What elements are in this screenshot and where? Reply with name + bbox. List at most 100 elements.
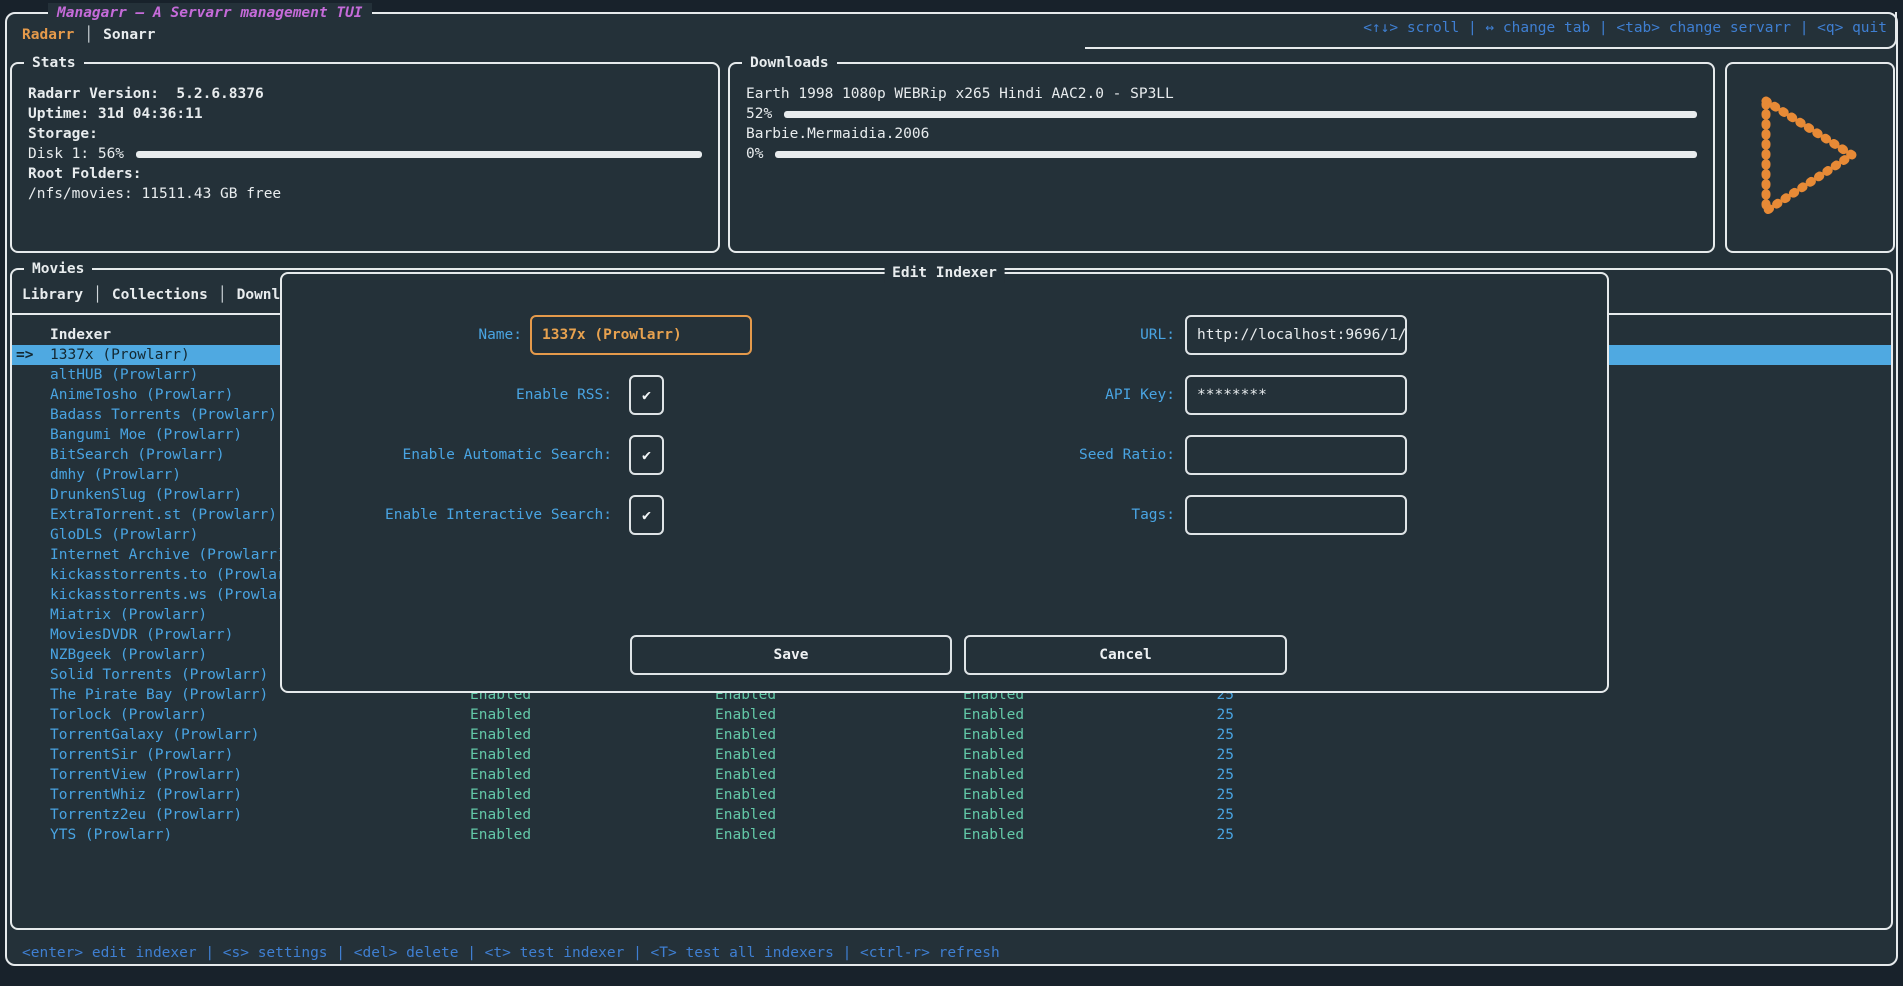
selected-row-marker	[16, 725, 46, 745]
api-key-label: API Key:	[975, 375, 1175, 415]
interactive-search-cell: Enabled	[963, 785, 1024, 805]
movies-tab-bar: Library│Collections│Downloads	[22, 285, 315, 305]
download-progress-row: 52%	[746, 104, 1697, 124]
root-folder-free: /nfs/movies: 11511.43 GB free	[28, 184, 702, 204]
edit-indexer-modal-title: Edit Indexer	[884, 263, 1005, 283]
interactive-search-cell: Enabled	[963, 745, 1024, 765]
enable-automatic-search-checkbox[interactable]: ✔	[629, 435, 664, 475]
url-label: URL:	[975, 315, 1175, 355]
disk-usage-label: Disk 1: 56%	[28, 144, 124, 164]
selected-row-marker	[16, 485, 46, 505]
tab-separator: │	[83, 287, 112, 303]
root-folders-heading: Root Folders:	[28, 164, 702, 184]
app-title: Managarr – A Servarr management TUI	[48, 3, 372, 23]
priority-cell: 25	[1112, 745, 1234, 765]
top-keybinds: <↑↓> scroll | ↔ change tab | <tab> chang…	[1363, 18, 1887, 38]
enable-automatic-search-label: Enable Automatic Search:	[312, 435, 612, 475]
selected-row-marker	[16, 705, 46, 725]
selected-row-marker	[16, 505, 46, 525]
checkmark-icon: ✔	[642, 446, 651, 464]
indexer-row[interactable]: YTS (Prowlarr)EnabledEnabledEnabled25	[12, 825, 1891, 845]
enable-interactive-search-label: Enable Interactive Search:	[312, 495, 612, 535]
enable-rss-checkbox[interactable]: ✔	[629, 375, 664, 415]
download-title: Barbie.Mermaidia.2006	[746, 124, 1697, 144]
interactive-search-cell: Enabled	[963, 765, 1024, 785]
tab-sonarr[interactable]: Sonarr	[103, 27, 155, 43]
indexer-row[interactable]: TorrentGalaxy (Prowlarr)EnabledEnabledEn…	[12, 725, 1891, 745]
selected-row-marker	[16, 385, 46, 405]
tags-label: Tags:	[975, 495, 1175, 535]
downloads-panel-title: Downloads	[742, 53, 837, 73]
selected-row-marker	[16, 745, 46, 765]
selected-row-marker	[16, 625, 46, 645]
rss-cell: Enabled	[470, 785, 531, 805]
automatic-search-cell: Enabled	[715, 705, 776, 725]
selected-row-marker	[16, 665, 46, 685]
tags-input[interactable]	[1185, 495, 1407, 535]
rss-cell: Enabled	[470, 825, 531, 845]
downloads-body: Earth 1998 1080p WEBRip x265 Hindi AAC2.…	[746, 84, 1697, 164]
disk-usage-bar	[136, 151, 702, 158]
priority-cell: 25	[1112, 705, 1234, 725]
selected-row-marker	[16, 425, 46, 445]
indexer-row[interactable]: Torlock (Prowlarr)EnabledEnabledEnabled2…	[12, 705, 1891, 725]
seed-ratio-label: Seed Ratio:	[975, 435, 1175, 475]
name-label: Name:	[322, 315, 522, 355]
automatic-search-cell: Enabled	[715, 765, 776, 785]
tab-collections[interactable]: Collections	[112, 287, 208, 303]
stats-panel: Stats Radarr Version: 5.2.6.8376 Uptime:…	[10, 62, 720, 253]
selected-row-marker	[16, 525, 46, 545]
selected-row-marker	[16, 545, 46, 565]
selected-row-marker	[16, 785, 46, 805]
url-input[interactable]: http://localhost:9696/1/	[1185, 315, 1407, 355]
interactive-search-cell: Enabled	[963, 805, 1024, 825]
rss-cell: Enabled	[470, 745, 531, 765]
indexer-row[interactable]: Torrentz2eu (Prowlarr)EnabledEnabledEnab…	[12, 805, 1891, 825]
bottom-keybinds: <enter> edit indexer | <s> settings | <d…	[22, 943, 1000, 963]
checkmark-icon: ✔	[642, 506, 651, 524]
storage-heading: Storage:	[28, 124, 702, 144]
selected-row-marker	[16, 605, 46, 625]
rss-cell: Enabled	[470, 725, 531, 745]
selected-row-marker	[16, 685, 46, 705]
uptime: Uptime: 31d 04:36:11	[28, 104, 702, 124]
automatic-search-cell: Enabled	[715, 745, 776, 765]
selected-row-marker	[16, 805, 46, 825]
selected-row-marker: =>	[16, 345, 46, 365]
automatic-search-cell: Enabled	[715, 805, 776, 825]
indexer-row[interactable]: TorrentWhiz (Prowlarr)EnabledEnabledEnab…	[12, 785, 1891, 805]
priority-cell: 25	[1112, 825, 1234, 845]
interactive-search-cell: Enabled	[963, 725, 1024, 745]
api-key-input[interactable]: ********	[1185, 375, 1407, 415]
enable-interactive-search-checkbox[interactable]: ✔	[629, 495, 664, 535]
checkmark-icon: ✔	[642, 386, 651, 404]
tab-library[interactable]: Library	[22, 287, 83, 303]
selected-row-marker	[16, 765, 46, 785]
selected-row-marker	[16, 465, 46, 485]
servarr-tab-bar: Radarr│Sonarr	[22, 25, 156, 45]
indexer-row[interactable]: TorrentSir (Prowlarr)EnabledEnabledEnabl…	[12, 745, 1891, 765]
seed-ratio-input[interactable]	[1185, 435, 1407, 475]
indexer-row[interactable]: TorrentView (Prowlarr)EnabledEnabledEnab…	[12, 765, 1891, 785]
rss-cell: Enabled	[470, 805, 531, 825]
download-progress-row: 0%	[746, 144, 1697, 164]
priority-cell: 25	[1112, 785, 1234, 805]
rss-cell: Enabled	[470, 765, 531, 785]
stats-panel-title: Stats	[24, 53, 84, 73]
rss-cell: Enabled	[470, 705, 531, 725]
save-button[interactable]: Save	[630, 635, 952, 675]
priority-cell: 25	[1112, 805, 1234, 825]
download-progress-bar	[775, 151, 1697, 158]
automatic-search-cell: Enabled	[715, 825, 776, 845]
priority-cell: 25	[1112, 765, 1234, 785]
selected-row-marker	[16, 365, 46, 385]
indexer-column-header: Indexer	[50, 325, 111, 345]
downloads-panel: Downloads Earth 1998 1080p WEBRip x265 H…	[728, 62, 1715, 253]
logo-panel	[1725, 62, 1895, 253]
cancel-button[interactable]: Cancel	[964, 635, 1287, 675]
stats-body: Radarr Version: 5.2.6.8376 Uptime: 31d 0…	[28, 84, 702, 204]
tab-radarr[interactable]: Radarr	[22, 27, 74, 43]
interactive-search-cell: Enabled	[963, 705, 1024, 725]
selected-row-marker	[16, 565, 46, 585]
name-input[interactable]: 1337x (Prowlarr)	[530, 315, 752, 355]
